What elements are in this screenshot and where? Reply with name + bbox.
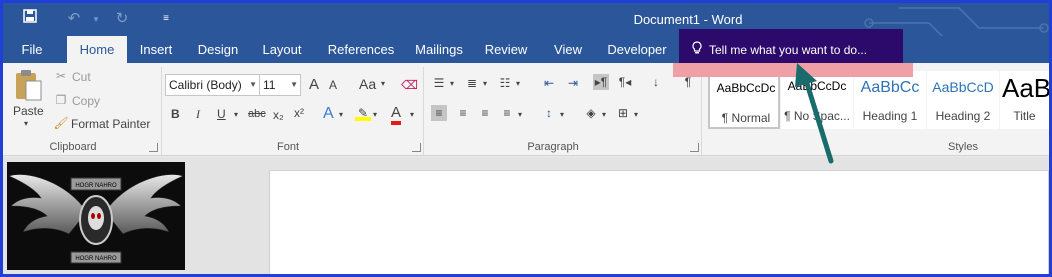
subscript-button[interactable]: x₂ (273, 108, 284, 122)
font-name-field[interactable]: Calibri (Body) ▼ (165, 74, 260, 96)
chevron-down-icon[interactable]: ▾ (483, 79, 487, 88)
align-left-icon[interactable]: ≡ (431, 105, 447, 121)
clear-formatting-icon[interactable]: ⌫ (401, 77, 418, 93)
superscript-button[interactable]: x² (294, 106, 304, 120)
tab-review[interactable]: Review (483, 36, 529, 63)
style-name: Heading 1 (862, 109, 918, 123)
chevron-down-icon[interactable]: ▾ (450, 79, 454, 88)
tab-home[interactable]: Home (67, 36, 127, 63)
align-right-icon[interactable]: ≡ (477, 105, 493, 121)
style-sample: AaBbCc (860, 79, 920, 96)
change-case-button[interactable]: Aa (359, 76, 376, 92)
divider (701, 67, 702, 155)
shrink-font-button[interactable]: A (329, 78, 337, 92)
tab-references[interactable]: References (323, 36, 399, 63)
chevron-down-icon[interactable]: ▾ (339, 110, 343, 119)
font-color-icon[interactable]: A (391, 105, 402, 125)
copy-button[interactable]: Copy (72, 94, 100, 108)
paragraph-launcher-icon[interactable] (690, 143, 699, 152)
bold-button[interactable]: B (171, 107, 180, 121)
text-effects-icon[interactable]: A (323, 105, 334, 123)
document-page[interactable] (269, 170, 1049, 274)
chevron-down-icon[interactable]: ▾ (373, 110, 377, 119)
paste-label[interactable]: Paste (13, 104, 44, 118)
divider (423, 67, 424, 155)
svg-text:HOGR NAHRO: HOGR NAHRO (75, 256, 117, 262)
style-name: Title (1013, 109, 1036, 123)
svg-text:HOGR NAHRO: HOGR NAHRO (75, 183, 117, 189)
chevron-down-icon[interactable]: ▾ (234, 110, 238, 119)
tab-mailings[interactable]: Mailings (409, 36, 469, 63)
line-spacing-icon[interactable]: ↕ (541, 105, 557, 121)
font-name-value: Calibri (Body) (169, 78, 242, 92)
paste-dropdown-icon[interactable]: ▾ (24, 119, 28, 128)
chevron-down-icon[interactable]: ▾ (560, 110, 564, 119)
align-center-icon[interactable]: ≡ (455, 105, 471, 121)
style-normal[interactable]: AaBbCcDc ¶ Normal (708, 71, 780, 129)
word-window: ↶ ▾ ↻ ≡ Document1 - Word File Home Inser… (3, 3, 1049, 274)
tab-developer[interactable]: Developer (605, 36, 669, 63)
increase-indent-icon[interactable]: ⇥ (565, 75, 581, 91)
multilevel-list-icon[interactable]: ☷ (497, 75, 513, 91)
borders-icon[interactable]: ⊞ (615, 105, 631, 121)
numbering-icon[interactable]: ≣ (464, 75, 480, 91)
style-name: Heading 2 (935, 109, 991, 123)
format-painter-button[interactable]: Format Painter (71, 117, 150, 131)
tell-me-text: Tell me what you want to do... (709, 43, 868, 57)
justify-icon[interactable]: ≡ (499, 105, 515, 121)
style-name: ¶ Normal (721, 111, 771, 125)
font-group-label: Font (276, 141, 299, 153)
highlight-icon[interactable]: ✎ (355, 105, 371, 121)
copy-icon[interactable]: ❐ (53, 92, 69, 108)
chevron-down-icon[interactable]: ▾ (602, 110, 606, 119)
format-painter-icon[interactable]: 🖌 (53, 115, 69, 131)
style-heading-1[interactable]: AaBbCc Heading 1 (854, 71, 926, 129)
style-sample: AaBbCcDc (716, 81, 776, 95)
tab-view[interactable]: View (549, 36, 587, 63)
tab-design[interactable]: Design (193, 36, 243, 63)
italic-button[interactable]: I (196, 107, 200, 122)
pointer-arrow-icon (795, 63, 834, 164)
grow-font-button[interactable]: A (309, 76, 319, 93)
lightbulb-icon (691, 41, 705, 55)
bullets-icon[interactable]: ☰ (431, 75, 447, 91)
chevron-down-icon[interactable]: ▾ (516, 79, 520, 88)
document-area: HOGR NAHRO HOGR NAHRO (3, 157, 1049, 274)
ltr-icon[interactable]: ▸¶ (593, 74, 609, 90)
style-title[interactable]: AaB Title (1000, 71, 1049, 129)
paragraph-group-label: Paragraph (527, 141, 579, 153)
font-size-value: 11 (263, 78, 276, 92)
tab-file[interactable]: File (13, 36, 51, 63)
styles-group-label: Styles (948, 141, 978, 153)
chevron-down-icon[interactable]: ▾ (381, 79, 385, 88)
chevron-down-icon[interactable]: ▾ (410, 110, 414, 119)
document-title: Document1 - Word (633, 12, 743, 27)
chevron-down-icon[interactable]: ▾ (518, 110, 522, 119)
style-sample: AaB (1002, 73, 1049, 103)
font-size-field[interactable]: 11 ▼ (259, 74, 301, 96)
chevron-down-icon: ▼ (290, 80, 298, 89)
tab-insert[interactable]: Insert (135, 36, 177, 63)
decrease-indent-icon[interactable]: ⇤ (541, 75, 557, 91)
strikethrough-button[interactable]: abc (248, 108, 266, 120)
clipboard-group-label: Clipboard (49, 141, 97, 153)
cut-icon[interactable]: ✂ (53, 68, 69, 84)
divider (161, 67, 162, 155)
style-heading-2[interactable]: AaBbCcD Heading 2 (927, 71, 999, 129)
chevron-down-icon: ▼ (249, 80, 257, 89)
chevron-down-icon[interactable]: ▾ (634, 110, 638, 119)
cut-button[interactable]: Cut (72, 70, 91, 84)
shading-icon[interactable]: ◈ (583, 105, 599, 121)
paste-button[interactable] (13, 69, 47, 109)
underline-button[interactable]: U (217, 107, 226, 121)
clipboard-launcher-icon[interactable] (149, 143, 158, 152)
sort-icon[interactable]: ↓ (648, 74, 664, 90)
tab-layout[interactable]: Layout (257, 36, 307, 63)
tell-me-box[interactable]: Tell me what you want to do... (679, 29, 903, 63)
font-launcher-icon[interactable] (412, 143, 421, 152)
logo-image: HOGR NAHRO HOGR NAHRO (7, 162, 185, 270)
rtl-icon[interactable]: ¶◂ (617, 74, 633, 90)
style-sample: AaBbCcD (932, 79, 994, 95)
